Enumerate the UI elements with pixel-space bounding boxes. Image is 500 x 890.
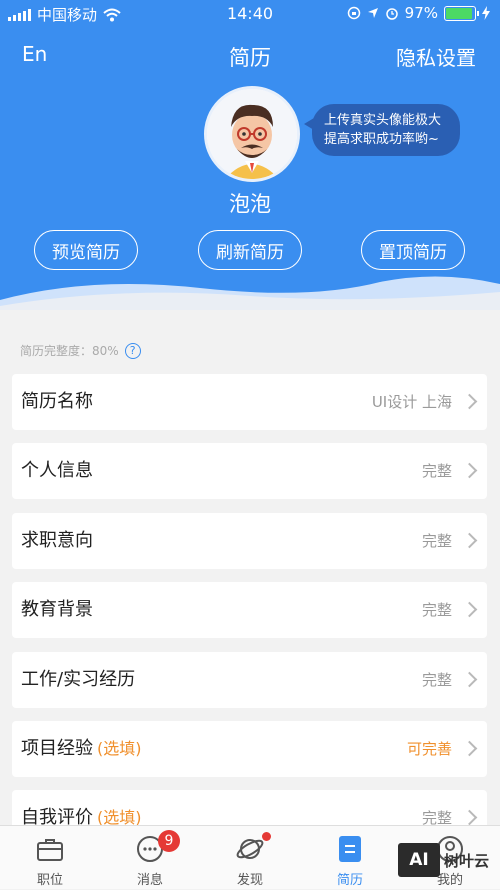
notification-dot (262, 832, 271, 841)
section-label: 工作/实习经历 (21, 669, 136, 690)
message-count-badge: 9 (158, 830, 180, 852)
section-projects[interactable]: 项目经验 (选填) 可完善 (12, 721, 487, 777)
tab-resume[interactable]: 简历 (300, 826, 400, 890)
top-resume-button[interactable]: 置顶简历 (361, 230, 465, 270)
completeness-label: 简历完整度：80% (20, 344, 119, 358)
tab-label: 职位 (36, 873, 63, 888)
tab-label: 简历 (336, 873, 363, 888)
resume-completeness: 简历完整度：80% ? (20, 342, 141, 359)
location-icon (367, 8, 378, 18)
planet-icon (236, 839, 264, 859)
avatar-tip-bubble: 上传真实头像能极大 提高求职成功率哟~ (304, 104, 460, 156)
section-label: 项目经验 (21, 738, 93, 759)
section-value: UI设计 上海 (371, 393, 452, 411)
tab-label: 发现 (236, 873, 263, 888)
lock-rotation-icon (347, 6, 360, 20)
watermark-box: AI (398, 843, 440, 877)
section-value: 完整 (421, 532, 452, 550)
tab-label: 消息 (136, 873, 163, 888)
avatar-tip-line2: 提高求职成功率哟~ (324, 132, 439, 147)
chevron-right-icon (461, 740, 478, 757)
header-wave-decoration (0, 276, 500, 310)
section-label: 个人信息 (21, 460, 93, 481)
avatar-illustration (207, 89, 297, 179)
resume-header: 中国移动 14:40 97% En 简历 隐私设置 上传真实头像能极大 提高求职… (0, 0, 500, 310)
section-label: 教育背景 (21, 599, 93, 620)
section-value: 可完善 (406, 740, 452, 758)
tab-discover[interactable]: 发现 (200, 826, 300, 890)
section-work-experience[interactable]: 工作/实习经历 完整 (12, 652, 487, 708)
section-label: 简历名称 (21, 391, 93, 412)
chevron-right-icon (461, 532, 478, 549)
section-value: 完整 (421, 462, 452, 480)
briefcase-icon (37, 839, 63, 861)
chevron-right-icon (461, 462, 478, 479)
alarm-icon (385, 8, 398, 20)
nav-bar: En 简历 隐私设置 (0, 42, 500, 72)
privacy-settings-link[interactable]: 隐私设置 (396, 42, 476, 71)
section-resume-name[interactable]: 简历名称 UI设计 上海 (12, 374, 487, 430)
section-value: 完整 (421, 601, 452, 619)
battery-icon (444, 5, 479, 21)
section-personal-info[interactable]: 个人信息 完整 (12, 443, 487, 499)
language-switch[interactable]: En (22, 42, 47, 66)
status-bar: 中国移动 14:40 97% (0, 0, 500, 28)
avatar-tip-line1: 上传真实头像能极大 (324, 113, 442, 128)
battery-percent: 97% (404, 4, 438, 22)
chevron-right-icon (461, 601, 478, 618)
tab-messages[interactable]: 9 消息 (100, 826, 200, 890)
section-education[interactable]: 教育背景 完整 (12, 582, 487, 638)
refresh-resume-button[interactable]: 刷新简历 (198, 230, 302, 270)
help-icon[interactable]: ? (124, 342, 141, 359)
section-value: 完整 (421, 671, 452, 689)
section-label: 求职意向 (21, 530, 93, 551)
username: 泡泡 (229, 192, 271, 216)
section-job-intention[interactable]: 求职意向 完整 (12, 513, 487, 569)
tab-jobs[interactable]: 职位 (0, 826, 100, 890)
chevron-right-icon (461, 809, 478, 826)
charging-icon (482, 6, 490, 20)
preview-resume-button[interactable]: 预览简历 (34, 230, 138, 270)
resume-icon (339, 836, 361, 862)
chevron-right-icon (461, 393, 478, 410)
optional-tag: (选填) (97, 739, 142, 758)
chevron-right-icon (461, 671, 478, 688)
watermark-logo: AI 树叶云 (398, 842, 494, 878)
avatar[interactable] (204, 86, 300, 182)
watermark-text: 树叶云 (444, 851, 490, 870)
